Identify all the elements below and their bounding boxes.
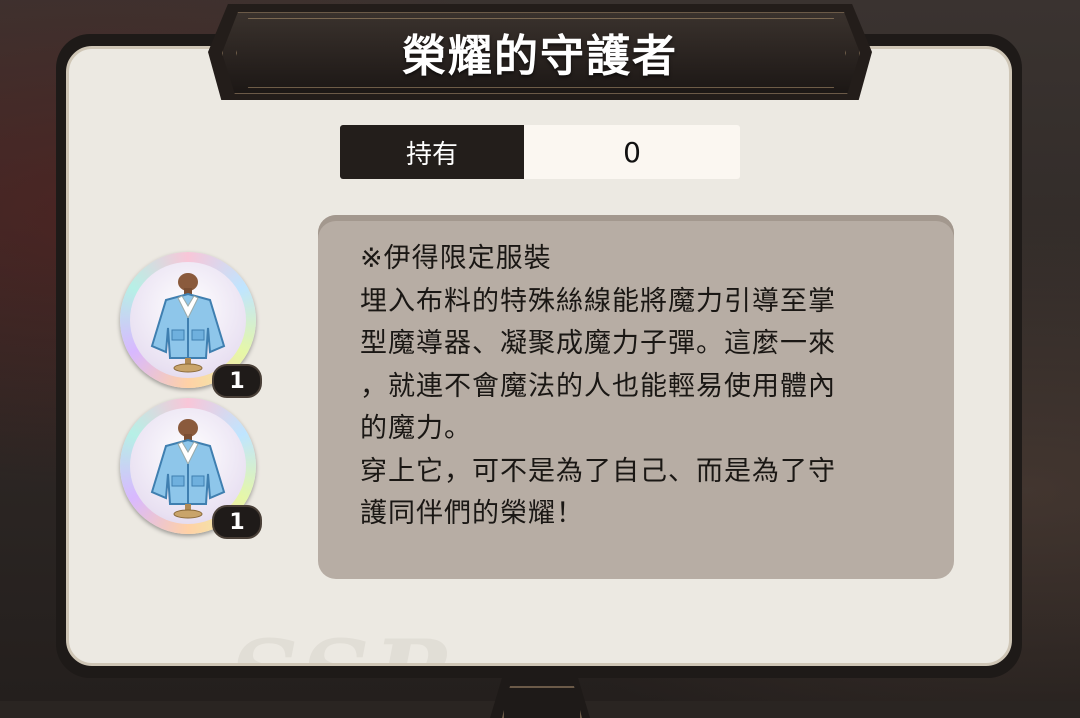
dialog-title: 榮耀的守護者: [402, 31, 678, 82]
owned-label: 持有: [340, 125, 524, 179]
jacket-costume-icon: [150, 273, 226, 373]
item-description: ※伊得限定服裝 埋入布料的特殊絲線能將魔力引導至掌 型魔導器、凝聚成魔力子彈。這…: [360, 243, 836, 529]
bottom-tab-border: [502, 686, 582, 718]
rarity-watermark: SSR: [229, 619, 457, 663]
item-quantity-badge: 1: [212, 364, 262, 398]
item-quantity-badge: 1: [212, 505, 262, 539]
owned-count: 0: [524, 125, 740, 179]
